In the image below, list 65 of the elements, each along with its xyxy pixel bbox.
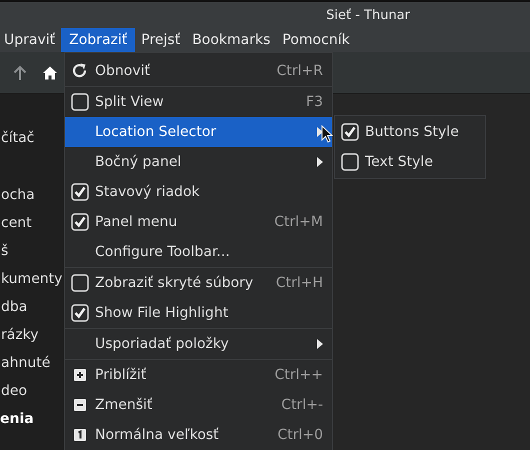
- menu-item-label: Stavový riadok: [95, 184, 201, 200]
- menu-item-label: Usporiadať položky: [95, 336, 230, 352]
- sidebar-item[interactable]: ocha: [0, 181, 35, 209]
- checkbox[interactable]: [71, 183, 89, 201]
- sidebar-item[interactable]: kumenty: [0, 265, 62, 293]
- section-heading: enia: [0, 410, 34, 429]
- menu-item-label: Configure Toolbar...: [95, 244, 231, 260]
- checkbox[interactable]: [341, 153, 359, 171]
- menu-item[interactable]: Split View F3: [65, 87, 332, 117]
- menu-item-label: Buttons Style: [365, 124, 460, 140]
- menu-item-label: Obnoviť: [95, 63, 152, 79]
- sidebar-item[interactable]: cent: [0, 209, 32, 237]
- refresh-icon: [72, 63, 88, 79]
- menu-item[interactable]: Prejsť: [135, 28, 186, 52]
- menu-item[interactable]: Bookmarks: [186, 28, 276, 52]
- menu-item[interactable]: Panel menu Ctrl+M: [65, 207, 332, 237]
- sidebar-item[interactable]: deo: [0, 377, 28, 405]
- window-title: Sieť - Thunar: [326, 8, 410, 22]
- menu-item[interactable]: Pomocník: [276, 28, 356, 52]
- minus-icon: [72, 397, 88, 413]
- shortcut-label: Ctrl++: [274, 367, 323, 383]
- shortcut-label: Ctrl+M: [274, 214, 323, 230]
- menu-item[interactable]: Priblížiť Ctrl++: [65, 360, 332, 390]
- shortcut-label: Ctrl+R: [276, 63, 323, 79]
- plus-icon: [72, 367, 88, 383]
- one-icon: [72, 427, 88, 443]
- home-icon[interactable]: [42, 64, 58, 80]
- menu-item-label: Location Selector: [95, 124, 218, 140]
- checkbox[interactable]: [71, 304, 89, 322]
- checkbox[interactable]: [71, 274, 89, 292]
- menu-item-label: Show File Highlight: [95, 305, 230, 321]
- menu-item[interactable]: Configure Toolbar...: [65, 237, 332, 267]
- menu-item-label: Normálna veľkosť: [95, 427, 220, 443]
- checkbox[interactable]: [71, 213, 89, 231]
- shortcut-label: F3: [306, 94, 323, 110]
- menu-item[interactable]: Text Style: [335, 147, 485, 177]
- menu-item[interactable]: Zobraziť skryté súbory Ctrl+H: [65, 268, 332, 298]
- sidebar-item[interactable]: čítač: [0, 124, 34, 152]
- shortcut-label: Ctrl+0: [277, 427, 323, 443]
- sidebar-item[interactable]: rázky: [0, 321, 39, 349]
- sidebar-item[interactable]: ahnuté: [0, 349, 50, 377]
- shortcut-label: Ctrl+H: [276, 275, 323, 291]
- shortcut-label: Ctrl+-: [281, 397, 323, 413]
- menu-item[interactable]: Stavový riadok: [65, 177, 332, 207]
- menu-item-label: Text Style: [365, 154, 434, 170]
- menu-item[interactable]: Upraviť: [0, 28, 62, 52]
- sidebar-item[interactable]: š: [0, 237, 8, 265]
- menu-item[interactable]: Show File Highlight: [65, 298, 332, 328]
- menu-item-label: Panel menu: [95, 214, 178, 230]
- menu-item[interactable]: Buttons Style: [335, 117, 485, 147]
- checkbox[interactable]: [71, 93, 89, 111]
- menu-item-label: Priblížiť: [95, 367, 148, 383]
- menu-item[interactable]: Normálna veľkosť Ctrl+0: [65, 420, 332, 450]
- menu-item-label: Split View: [95, 94, 165, 110]
- menu-item-label: Zobraziť skryté súbory: [95, 275, 254, 291]
- menu-item-label: Zmenšiť: [95, 397, 154, 413]
- menu-item[interactable]: Usporiadať položky: [65, 329, 332, 359]
- menu-item-label: Bočný panel: [95, 154, 182, 170]
- menu-item[interactable]: Bočný panel: [65, 147, 332, 177]
- mouse-cursor-icon: [321, 125, 333, 143]
- checkbox[interactable]: [341, 123, 359, 141]
- menu-item[interactable]: Zmenšiť Ctrl+-: [65, 390, 332, 420]
- menu-item[interactable]: Location Selector: [65, 117, 332, 147]
- menu-item[interactable]: Zobraziť: [61, 28, 136, 52]
- sidebar-item[interactable]: dba: [0, 293, 28, 321]
